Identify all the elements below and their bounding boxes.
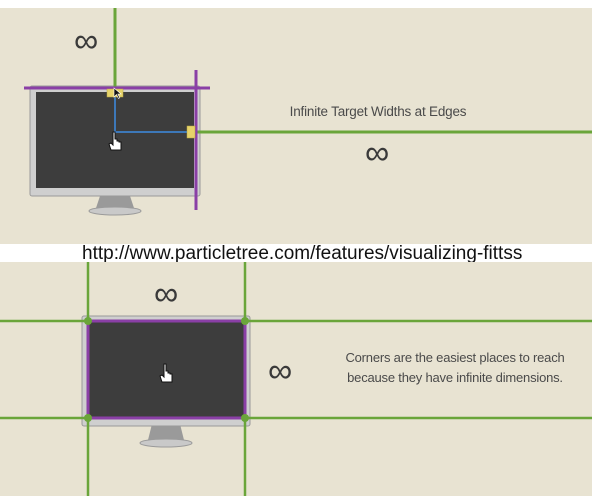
- infinity-symbol-right: ∞: [267, 352, 293, 390]
- edge-targets-title: Infinite Target Widths at Edges: [289, 104, 467, 119]
- right-edge-target: [186, 125, 196, 139]
- monitor-stand: [96, 196, 134, 208]
- monitor-base: [139, 438, 193, 448]
- corner-target-top-right: [241, 317, 249, 325]
- top-illustration-panel: ∞ Infinite Target Widths at Edges ∞: [0, 8, 592, 244]
- infinity-symbol-top: ∞: [153, 275, 179, 313]
- infinity-symbol-right: ∞: [364, 134, 390, 172]
- bottom-illustration-panel: ∞ ∞ Corners are the easiest places to re…: [0, 262, 592, 496]
- corners-text-line1: Corners are the easiest places to reach: [345, 350, 565, 365]
- corner-target-top-left: [84, 317, 92, 325]
- corners-text-line2: because they have infinite dimensions.: [347, 370, 563, 385]
- infinity-symbol-top: ∞: [73, 22, 99, 60]
- monitor-base: [88, 206, 142, 216]
- corner-target-bottom-right: [241, 414, 249, 422]
- corner-target-bottom-left: [84, 414, 92, 422]
